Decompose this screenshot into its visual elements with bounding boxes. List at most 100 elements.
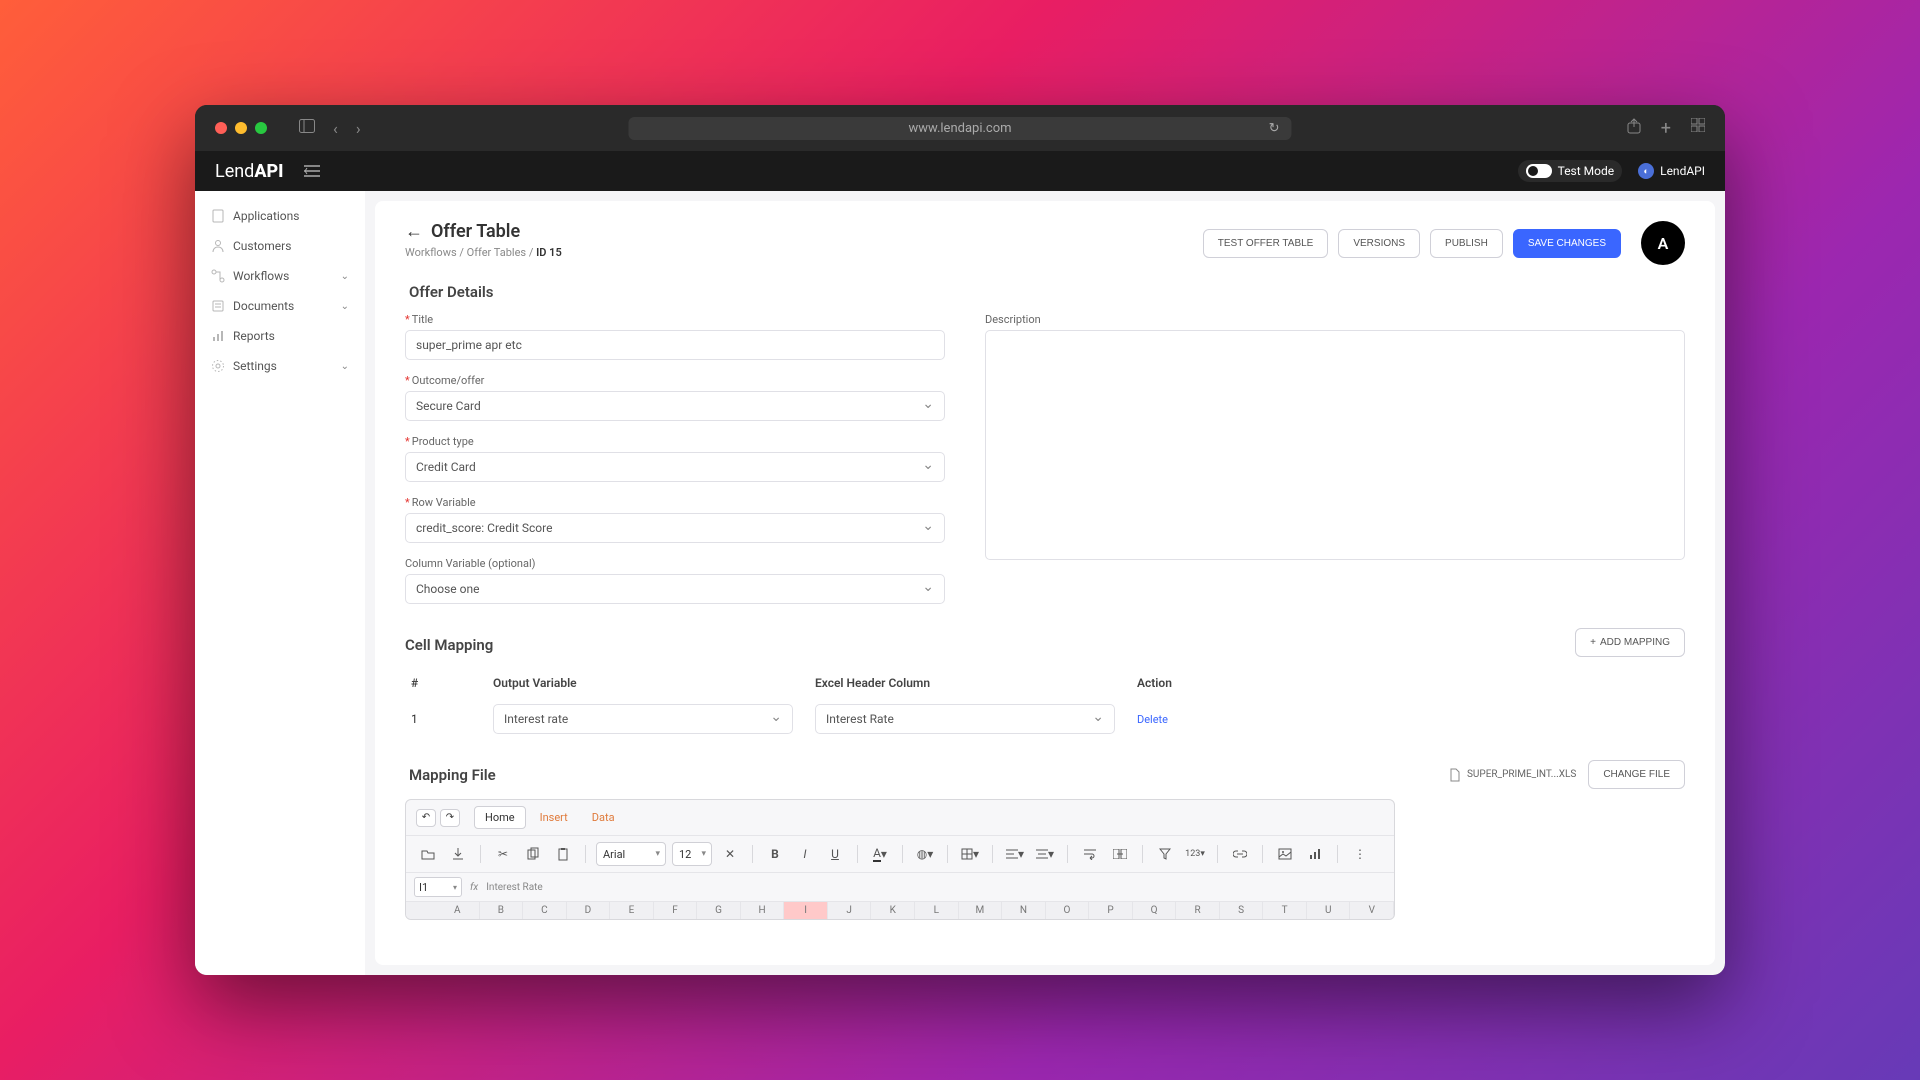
text-color-icon[interactable]: A▾: [868, 842, 892, 866]
close-icon[interactable]: [215, 122, 227, 134]
sidebar-toggle-icon[interactable]: [299, 119, 315, 138]
redo-icon[interactable]: ↷: [440, 809, 460, 827]
reload-icon[interactable]: ↻: [1269, 121, 1280, 136]
column-header[interactable]: O: [1046, 902, 1090, 919]
download-icon[interactable]: [446, 842, 470, 866]
column-header[interactable]: F: [654, 902, 698, 919]
window-controls: [215, 122, 267, 134]
link-icon[interactable]: [1228, 842, 1252, 866]
clear-format-icon[interactable]: ✕: [718, 842, 742, 866]
column-header[interactable]: P: [1089, 902, 1133, 919]
address-bar[interactable]: www.lendapi.com ↻: [628, 117, 1291, 140]
filter-icon[interactable]: [1153, 842, 1177, 866]
column-header[interactable]: I: [784, 902, 828, 919]
avatar[interactable]: A: [1641, 221, 1685, 265]
output-variable-select[interactable]: Interest rate: [493, 704, 793, 734]
sidebar-item-workflows[interactable]: Workflows ⌄: [195, 261, 365, 291]
versions-button[interactable]: VERSIONS: [1338, 229, 1420, 258]
brand-logo[interactable]: LendAPI: [215, 161, 284, 182]
column-variable-select[interactable]: Choose one: [405, 574, 945, 604]
minimize-icon[interactable]: [235, 122, 247, 134]
tab-data[interactable]: Data: [582, 807, 625, 828]
delete-mapping-link[interactable]: Delete: [1137, 713, 1168, 726]
align-left-icon[interactable]: ▾: [1003, 842, 1027, 866]
cell-reference-input[interactable]: I1: [414, 877, 462, 897]
copy-icon[interactable]: [521, 842, 545, 866]
sidebar-item-applications[interactable]: Applications: [195, 201, 365, 231]
save-button[interactable]: SAVE CHANGES: [1513, 229, 1621, 258]
column-header[interactable]: C: [523, 902, 567, 919]
column-header[interactable]: N: [1002, 902, 1046, 919]
fill-color-icon[interactable]: ◍▾: [913, 842, 937, 866]
description-label: Description: [985, 313, 1685, 326]
title-input[interactable]: super_prime apr etc: [405, 330, 945, 360]
column-header[interactable]: S: [1220, 902, 1264, 919]
column-header[interactable]: V: [1350, 902, 1394, 919]
column-header[interactable]: A: [436, 902, 480, 919]
column-header[interactable]: G: [697, 902, 741, 919]
publish-button[interactable]: PUBLISH: [1430, 229, 1503, 258]
column-header[interactable]: T: [1263, 902, 1307, 919]
tab-home[interactable]: Home: [474, 806, 526, 829]
open-icon[interactable]: [416, 842, 440, 866]
nav-forward-icon[interactable]: ›: [356, 119, 361, 138]
column-header[interactable]: M: [959, 902, 1003, 919]
column-header[interactable]: J: [828, 902, 872, 919]
excel-header-select[interactable]: Interest Rate: [815, 704, 1115, 734]
tab-insert[interactable]: Insert: [530, 807, 578, 828]
new-tab-icon[interactable]: +: [1661, 118, 1671, 139]
column-header[interactable]: E: [610, 902, 654, 919]
font-family-select[interactable]: Arial: [596, 842, 666, 866]
breadcrumb-workflows[interactable]: Workflows: [405, 246, 457, 259]
column-header[interactable]: B: [480, 902, 524, 919]
workflows-icon: [211, 269, 225, 283]
maximize-icon[interactable]: [255, 122, 267, 134]
chart-icon[interactable]: [1303, 842, 1327, 866]
underline-icon[interactable]: U: [823, 842, 847, 866]
sidebar-item-settings[interactable]: Settings ⌄: [195, 351, 365, 381]
tabs-overview-icon[interactable]: [1691, 118, 1705, 139]
paste-icon[interactable]: [551, 842, 575, 866]
column-header[interactable]: R: [1176, 902, 1220, 919]
outcome-select[interactable]: Secure Card: [405, 391, 945, 421]
back-arrow-icon[interactable]: ←: [405, 221, 423, 242]
image-icon[interactable]: [1273, 842, 1297, 866]
formula-bar[interactable]: Interest Rate: [486, 882, 543, 893]
test-mode-toggle[interactable]: Test Mode: [1518, 160, 1623, 182]
breadcrumb-offer-tables[interactable]: Offer Tables: [467, 246, 526, 259]
column-header[interactable]: L: [915, 902, 959, 919]
col-action: Action: [1133, 668, 1683, 698]
change-file-button[interactable]: CHANGE FILE: [1588, 760, 1685, 789]
row-variable-select[interactable]: credit_score: Credit Score: [405, 513, 945, 543]
share-icon[interactable]: [1627, 118, 1641, 139]
number-format-icon[interactable]: 123▾: [1183, 842, 1207, 866]
titlebar: ‹ › www.lendapi.com ↻ +: [195, 105, 1725, 151]
sidebar-item-documents[interactable]: Documents ⌄: [195, 291, 365, 321]
column-header[interactable]: Q: [1133, 902, 1177, 919]
column-header[interactable]: D: [567, 902, 611, 919]
column-header[interactable]: U: [1307, 902, 1351, 919]
merge-cells-icon[interactable]: [1108, 842, 1132, 866]
column-header[interactable]: H: [741, 902, 785, 919]
menu-toggle-icon[interactable]: [304, 165, 320, 177]
more-icon[interactable]: ⋮: [1348, 842, 1372, 866]
column-header[interactable]: K: [871, 902, 915, 919]
borders-icon[interactable]: ▾: [958, 842, 982, 866]
align-middle-icon[interactable]: ▾: [1033, 842, 1057, 866]
font-size-select[interactable]: 12: [672, 842, 712, 866]
col-excel: Excel Header Column: [811, 668, 1131, 698]
wrap-text-icon[interactable]: [1078, 842, 1102, 866]
bold-icon[interactable]: B: [763, 842, 787, 866]
italic-icon[interactable]: I: [793, 842, 817, 866]
sidebar-item-label: Workflows: [233, 269, 289, 283]
test-offer-table-button[interactable]: TEST OFFER TABLE: [1203, 229, 1329, 258]
description-textarea[interactable]: [985, 330, 1685, 560]
undo-icon[interactable]: ↶: [416, 809, 436, 827]
cut-icon[interactable]: ✂: [491, 842, 515, 866]
nav-back-icon[interactable]: ‹: [333, 119, 338, 138]
sidebar-item-customers[interactable]: Customers: [195, 231, 365, 261]
add-mapping-button[interactable]: + ADD MAPPING: [1575, 628, 1685, 657]
sidebar-item-reports[interactable]: Reports: [195, 321, 365, 351]
product-type-select[interactable]: Credit Card: [405, 452, 945, 482]
org-selector[interactable]: ◐ LendAPI: [1638, 163, 1705, 179]
